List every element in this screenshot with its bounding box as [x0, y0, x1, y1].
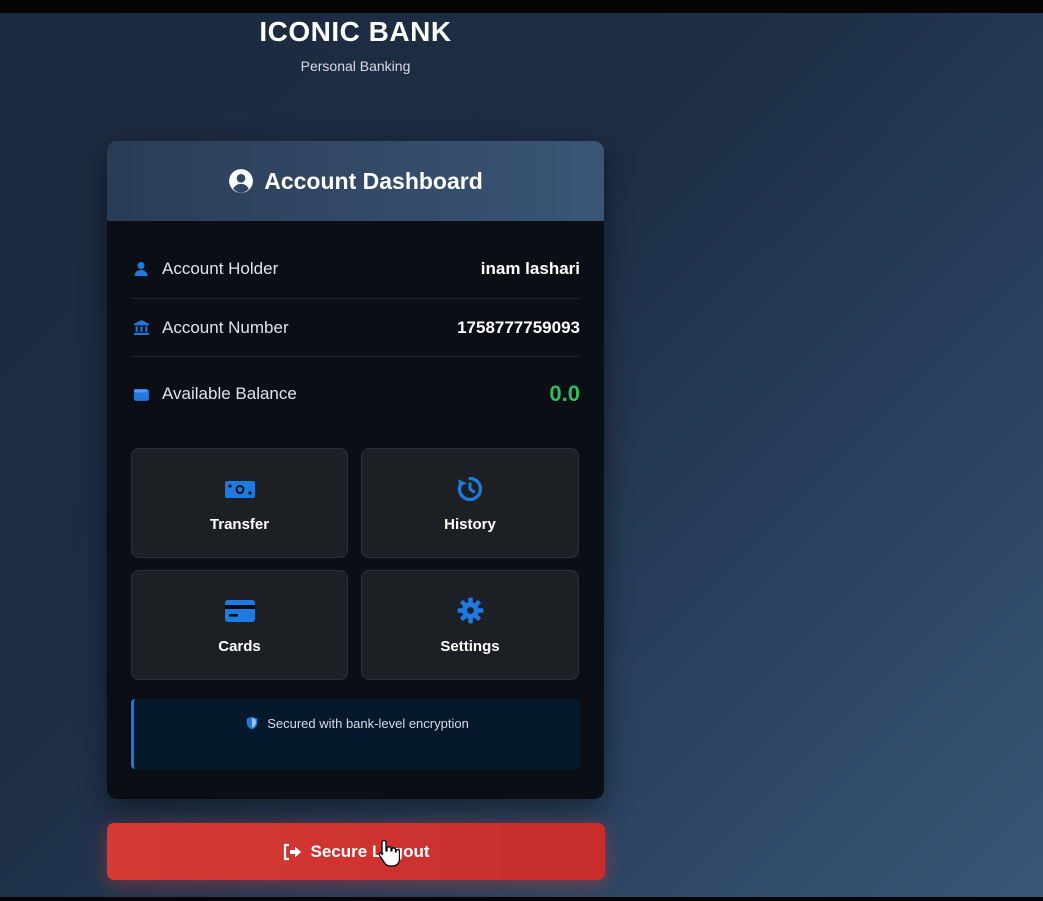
credit-card-icon [224, 596, 255, 626]
brand-title: ICONIC BANK [259, 16, 452, 47]
account-holder-value: inam lashari [480, 258, 580, 278]
shield-icon [246, 716, 258, 730]
available-balance-label: Available Balance [162, 384, 297, 403]
history-label: History [444, 515, 496, 533]
secure-logout-button[interactable]: Secure Logout [107, 823, 605, 880]
cards-label: Cards [218, 637, 261, 655]
user-icon [131, 259, 151, 279]
gear-icon [455, 596, 485, 626]
cards-button[interactable]: Cards [131, 570, 348, 680]
bank-icon [131, 318, 151, 338]
available-balance-row: Available Balance 0.0 [131, 357, 580, 431]
user-circle-icon [229, 169, 254, 193]
account-number-value: 1758777759093 [457, 317, 580, 337]
transfer-label: Transfer [209, 515, 270, 533]
secure-logout-label: Secure Logout [310, 841, 430, 861]
dashboard-title: Account Dashboard [264, 167, 483, 194]
account-number-label: Account Number [162, 317, 289, 337]
brand-subtitle: Personal Banking [300, 58, 411, 74]
transfer-button[interactable]: Transfer [131, 448, 348, 558]
quick-actions: Transfer History Cards Settings [107, 431, 604, 680]
settings-button[interactable]: Settings [361, 570, 579, 680]
history-icon [455, 474, 485, 504]
hand-cursor-icon [378, 839, 400, 867]
top-black-bar [0, 0, 1043, 13]
available-balance-value: 0.0 [549, 381, 580, 406]
account-holder-row: Account Holder inam lashari [131, 239, 580, 299]
bottom-black-bar [0, 897, 1043, 901]
wallet-icon [131, 384, 151, 404]
security-notice-text: Secured with bank-level encryption [267, 716, 469, 731]
money-bill-icon [224, 474, 255, 504]
account-dashboard-card: Account Dashboard Account Holder inam la… [107, 141, 604, 799]
account-info: Account Holder inam lashari Account Numb… [107, 221, 604, 431]
account-number-row: Account Number 1758777759093 [131, 299, 580, 357]
security-notice: Secured with bank-level encryption [131, 699, 580, 769]
brand-header: ICONIC BANK Personal Banking [107, 14, 604, 74]
settings-label: Settings [440, 637, 500, 655]
sign-out-icon [284, 843, 302, 860]
dashboard-header: Account Dashboard [107, 141, 604, 221]
account-holder-label: Account Holder [162, 258, 279, 278]
history-button[interactable]: History [361, 448, 579, 558]
